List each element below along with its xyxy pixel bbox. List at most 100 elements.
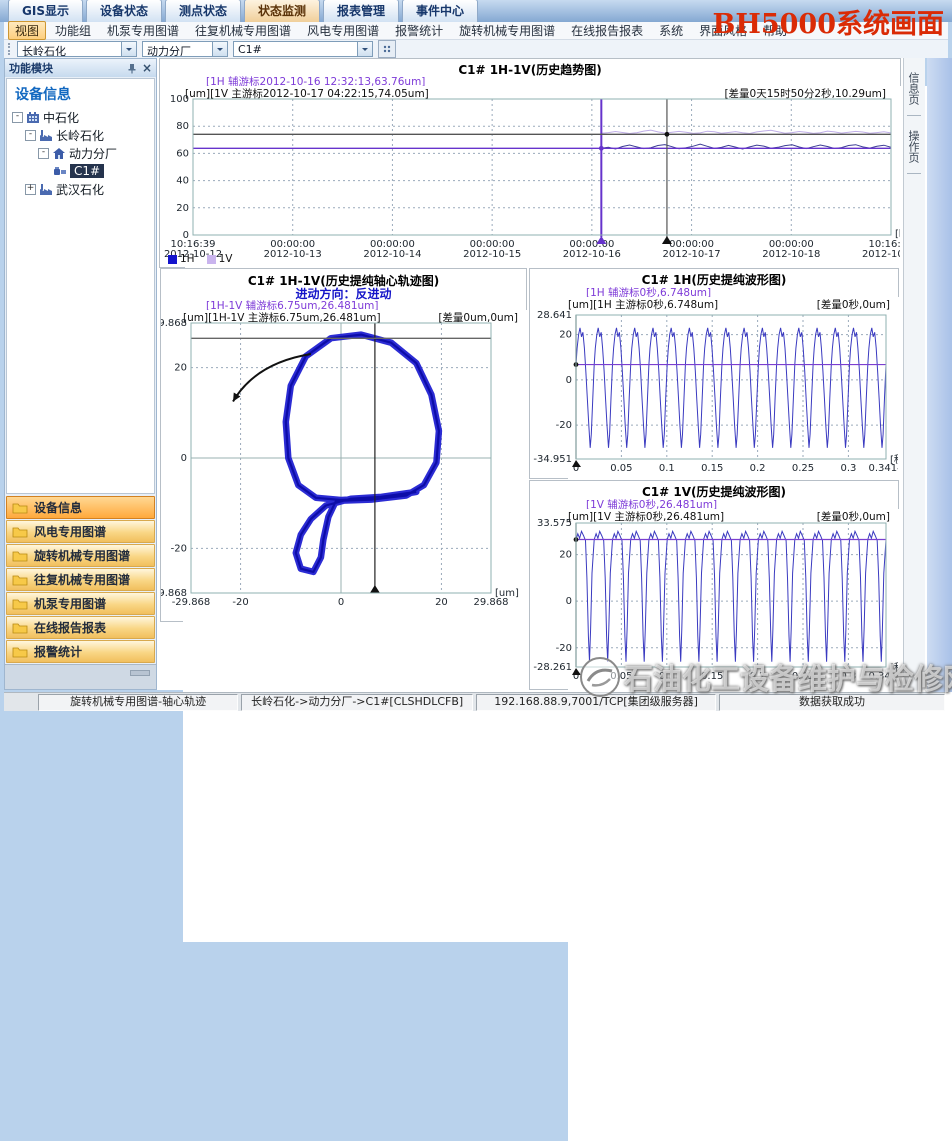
svg-text:-34.951: -34.951	[533, 454, 572, 465]
svg-text:0.05: 0.05	[610, 671, 632, 682]
nav-button-online-report[interactable]: 在线报告报表	[6, 616, 155, 639]
nav-button-device-info[interactable]: 设备信息	[6, 496, 155, 519]
left-panel: 功能模块 × 设备信息 - 中石化 - 长岭石化 -	[4, 58, 157, 690]
folder-icon	[12, 526, 28, 538]
svg-text:0.2: 0.2	[750, 671, 766, 682]
toolbar-more-button[interactable]	[378, 40, 396, 58]
menu-function-group[interactable]: 功能组	[48, 21, 98, 40]
tree-node-c1[interactable]: C1#	[7, 162, 154, 180]
grid-dots-icon	[382, 44, 392, 54]
nav-button-recip-charts[interactable]: 往复机械专用图谱	[6, 568, 155, 591]
svg-text:20: 20	[435, 597, 448, 608]
svg-text:33.575: 33.575	[537, 518, 572, 529]
svg-text:-20: -20	[556, 643, 572, 654]
nav-button-wind-charts[interactable]: 风电专用图谱	[6, 520, 155, 543]
close-icon[interactable]: ×	[142, 63, 152, 73]
chart-workspace: C1# 1H-1V(历史趋势图) [1H 辅游标2012-10-16 12:32…	[157, 58, 903, 690]
plant-combo-value: 长岭石化	[18, 42, 121, 56]
machine-combo[interactable]: C1#	[233, 41, 373, 57]
legend-1v-swatch	[207, 255, 216, 264]
chevron-down-icon	[217, 48, 223, 54]
svg-text:2012-10-18: 2012-10-18	[762, 249, 820, 260]
toolbar-drag-handle[interactable]	[8, 43, 10, 55]
trend-plot[interactable]: 10080604020010:16:392012-10-1200:00:0020…	[160, 59, 900, 267]
status-current-view: 旋转机械专用图谱-轴心轨迹	[38, 694, 238, 711]
svg-text:2012-10-14: 2012-10-14	[363, 249, 421, 260]
tab-device-status[interactable]: 设备状态	[86, 0, 162, 22]
folder-icon	[12, 502, 28, 514]
menu-rotating-charts[interactable]: 旋转机械专用图谱	[452, 21, 562, 40]
svg-text:2012-10-13: 2012-10-13	[264, 249, 322, 260]
menu-pump-charts[interactable]: 机泵专用图谱	[100, 21, 186, 40]
svg-text:2012-10-16: 2012-10-16	[563, 249, 621, 260]
menu-online-report[interactable]: 在线报告报表	[564, 21, 650, 40]
tab-gis[interactable]: GIS显示	[8, 0, 83, 22]
nav-button-pump-charts[interactable]: 机泵专用图谱	[6, 592, 155, 615]
menu-wind-charts[interactable]: 风电专用图谱	[300, 21, 386, 40]
side-tab-info-page[interactable]: 信息页	[907, 72, 921, 116]
plant-combo[interactable]: 长岭石化	[17, 41, 137, 57]
svg-text:0.25: 0.25	[792, 463, 814, 474]
pin-icon[interactable]	[127, 63, 137, 74]
collapse-icon[interactable]: -	[12, 112, 23, 123]
factory-icon	[39, 183, 53, 196]
svg-text:80: 80	[176, 121, 189, 132]
branch-combo[interactable]: 动力分厂	[142, 41, 228, 57]
tab-event-center[interactable]: 事件中心	[402, 0, 478, 22]
left-panel-title: 功能模块	[9, 60, 53, 76]
svg-text:20: 20	[176, 203, 189, 214]
svg-text:2012-10-17: 2012-10-17	[663, 249, 721, 260]
menu-view[interactable]: 视图	[8, 21, 46, 40]
orbit-plot[interactable]: -29.868-2002029.86829.868200-20-29.868[u…	[161, 269, 526, 621]
collapse-icon[interactable]: -	[38, 148, 49, 159]
svg-text:[um]: [um]	[495, 588, 519, 599]
svg-text:0.3: 0.3	[840, 671, 856, 682]
machine-combo-dropdown[interactable]	[357, 42, 372, 56]
svg-text:0: 0	[338, 597, 344, 608]
branch-combo-value: 动力分厂	[143, 42, 212, 56]
svg-text:0.05: 0.05	[610, 463, 632, 474]
svg-text:-20: -20	[232, 597, 248, 608]
waveform-1h-plot[interactable]: 00.050.10.150.20.250.30.341428.641200-20…	[530, 269, 898, 478]
tree-node-wuhan[interactable]: + 武汉石化	[7, 180, 154, 198]
menu-recip-charts[interactable]: 往复机械专用图谱	[188, 21, 298, 40]
folder-icon	[12, 550, 28, 562]
svg-text:-29.868: -29.868	[161, 588, 187, 599]
svg-text:-20: -20	[556, 420, 572, 431]
nav-button-rotating-charts[interactable]: 旋转机械专用图谱	[6, 544, 155, 567]
svg-text:[秒]: [秒]	[890, 453, 898, 466]
side-tab-operate-page[interactable]: 操作页	[907, 130, 921, 174]
branch-combo-dropdown[interactable]	[212, 42, 227, 56]
panel-resize-handle[interactable]	[130, 670, 150, 676]
tree-node-changling[interactable]: - 长岭石化	[7, 126, 154, 144]
menu-system[interactable]: 系统	[652, 21, 690, 40]
svg-text:2012-10-19: 2012-10-19	[862, 249, 900, 260]
machine-combo-value: C1#	[234, 42, 357, 56]
svg-text:0.15: 0.15	[701, 463, 723, 474]
svg-text:40: 40	[176, 176, 189, 187]
expand-icon[interactable]: +	[25, 184, 36, 195]
trend-legend: 1H 1V	[168, 253, 232, 265]
svg-text:28.641: 28.641	[537, 310, 572, 321]
tab-condition-monitor[interactable]: 状态监测	[244, 0, 320, 22]
waveform-1v-plot[interactable]: 00.050.10.150.20.250.30.341433.575200-20…	[530, 481, 898, 689]
svg-text:20: 20	[174, 363, 187, 374]
svg-text:0: 0	[566, 596, 572, 607]
tab-report-manage[interactable]: 报表管理	[323, 0, 399, 22]
tab-point-status[interactable]: 测点状态	[165, 0, 241, 22]
factory-icon	[39, 129, 53, 142]
status-server-address: 192.168.88.9,7001/TCP[集团级服务器]	[476, 694, 716, 711]
tree-node-power-branch[interactable]: - 动力分厂	[7, 144, 154, 162]
status-bar: 旋转机械专用图谱-轴心轨迹 长岭石化->动力分厂->C1#[CLSHDLCFB]…	[4, 692, 945, 711]
svg-text:0.1: 0.1	[659, 671, 675, 682]
tree-node-sinopec[interactable]: - 中石化	[7, 108, 154, 126]
plant-combo-dropdown[interactable]	[121, 42, 136, 56]
nav-button-alarm-stats[interactable]: 报警统计	[6, 640, 155, 663]
collapse-icon[interactable]: -	[25, 130, 36, 141]
svg-text:100: 100	[170, 94, 189, 105]
svg-text:0.25: 0.25	[792, 671, 814, 682]
menu-alarm-stats[interactable]: 报警统计	[388, 21, 450, 40]
svg-text:0.15: 0.15	[701, 671, 723, 682]
side-tab-strip: 信息页 操作页	[903, 58, 925, 690]
svg-text:[时间]: [时间]	[895, 227, 900, 240]
